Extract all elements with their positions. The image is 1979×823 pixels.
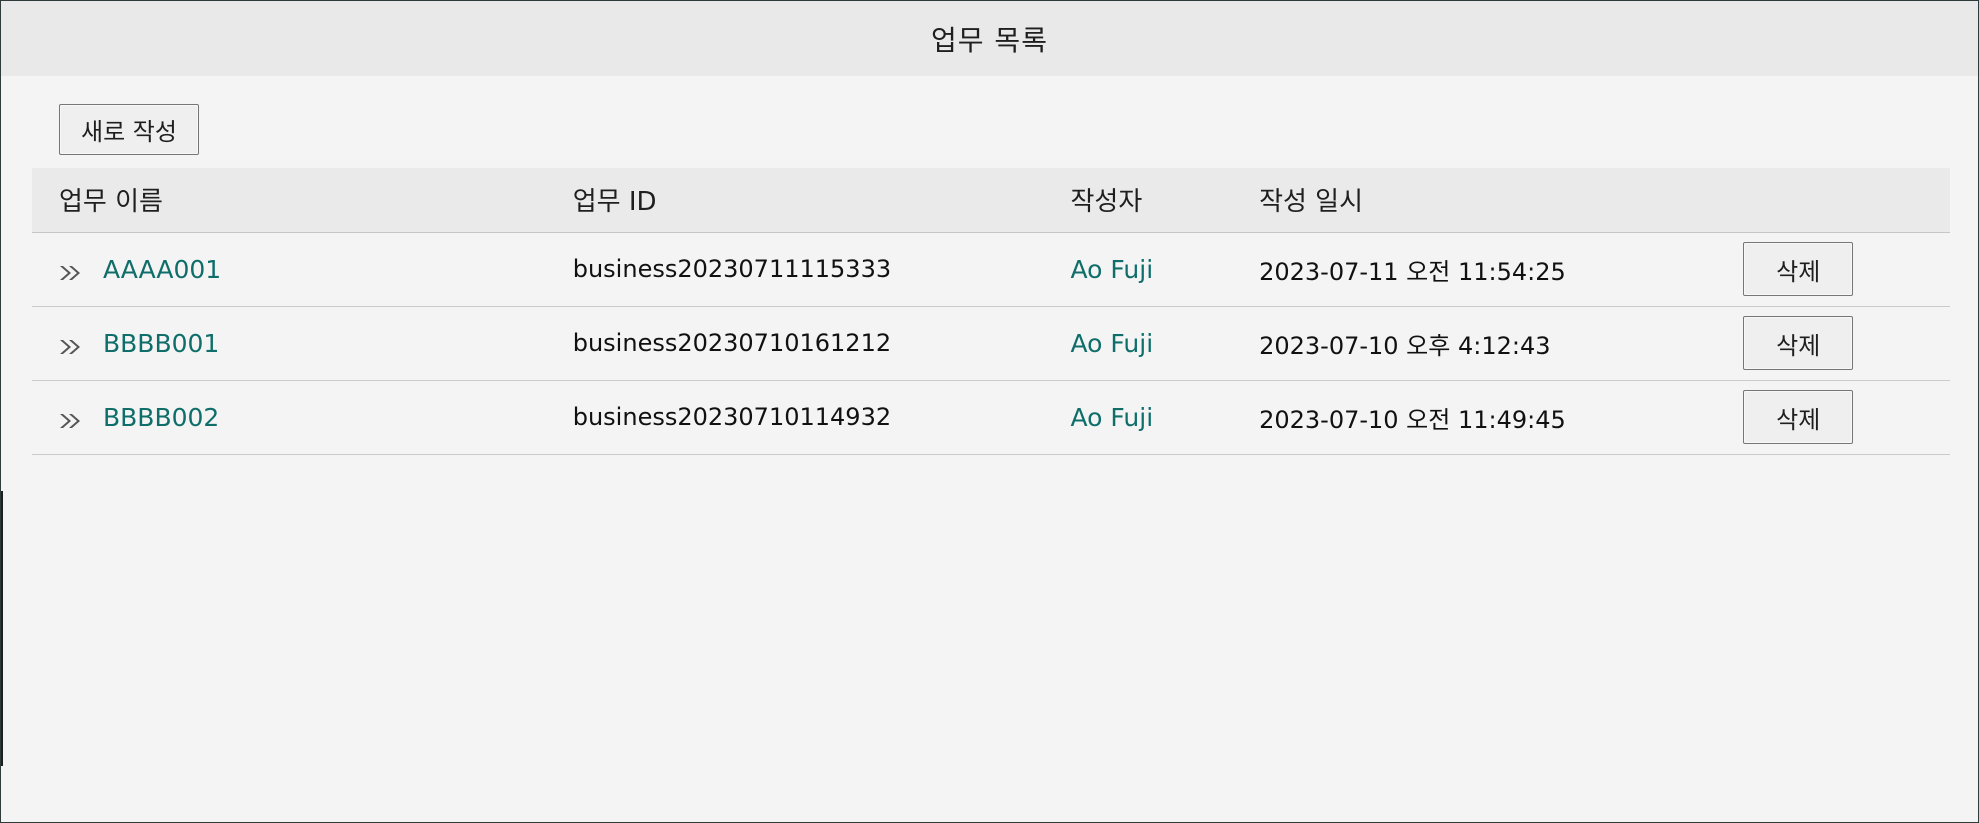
title-bar: 업무 목록	[1, 1, 1978, 76]
author-cell: Ao Fuji	[1071, 306, 1260, 380]
business-id: business20230710161212	[572, 329, 892, 357]
created-date: 2023-07-11 오전 11:54:25	[1259, 257, 1566, 286]
table-row: BBBB001 business20230710161212 Ao Fuji 2…	[32, 306, 1950, 380]
action-cell: 삭제	[1743, 380, 1950, 454]
name-cell: AAAA001	[32, 232, 573, 306]
header-name: 업무 이름	[59, 187, 163, 218]
business-name-link[interactable]: BBBB002	[103, 403, 219, 432]
header-created: 작성 일시	[1259, 187, 1364, 218]
header-author: 작성자	[1070, 187, 1143, 218]
delete-button[interactable]: 삭제	[1743, 316, 1854, 370]
action-cell: 삭제	[1743, 306, 1950, 380]
created-date: 2023-07-10 오전 11:49:45	[1259, 405, 1566, 434]
name-cell: BBBB002	[32, 380, 573, 454]
created-date: 2023-07-10 오후 4:12:43	[1259, 331, 1551, 360]
author-cell: Ao Fuji	[1071, 380, 1260, 454]
business-id: business20230711115333	[572, 255, 892, 283]
delete-button[interactable]: 삭제	[1743, 242, 1854, 296]
business-id: business20230710114932	[572, 403, 892, 431]
new-button[interactable]: 새로 작성	[59, 104, 199, 155]
header-id: 업무 ID	[572, 187, 657, 218]
delete-button[interactable]: 삭제	[1743, 390, 1854, 444]
window-edge-strip	[1, 491, 3, 766]
business-name-link[interactable]: AAAA001	[103, 255, 221, 284]
table-row: BBBB002 business20230710114932 Ao Fuji 2…	[32, 380, 1950, 454]
action-cell: 삭제	[1743, 232, 1950, 306]
header-action	[1743, 168, 1950, 232]
toolbar: 새로 작성	[59, 104, 199, 155]
author-cell: Ao Fuji	[1071, 232, 1260, 306]
business-name-link[interactable]: BBBB001	[103, 329, 219, 358]
author-link[interactable]: Ao Fuji	[1071, 255, 1154, 284]
author-link[interactable]: Ao Fuji	[1071, 329, 1154, 358]
table-header: 업무 이름 업무 ID 작성자 작성 일시	[32, 168, 1950, 232]
business-table: 업무 이름 업무 ID 작성자 작성 일시 AAAA001 business20…	[32, 168, 1950, 455]
name-cell: BBBB001	[32, 306, 573, 380]
double-chevron-right-icon	[59, 334, 83, 354]
page-title: 업무 목록	[931, 23, 1048, 57]
app-window: 업무 목록 새로 작성 업무 이름 업무 ID 작성자 작성 일시 AAAA00…	[0, 0, 1979, 823]
double-chevron-right-icon	[59, 260, 83, 280]
author-link[interactable]: Ao Fuji	[1071, 403, 1154, 432]
double-chevron-right-icon	[59, 408, 83, 428]
table-row: AAAA001 business20230711115333 Ao Fuji 2…	[32, 232, 1950, 306]
